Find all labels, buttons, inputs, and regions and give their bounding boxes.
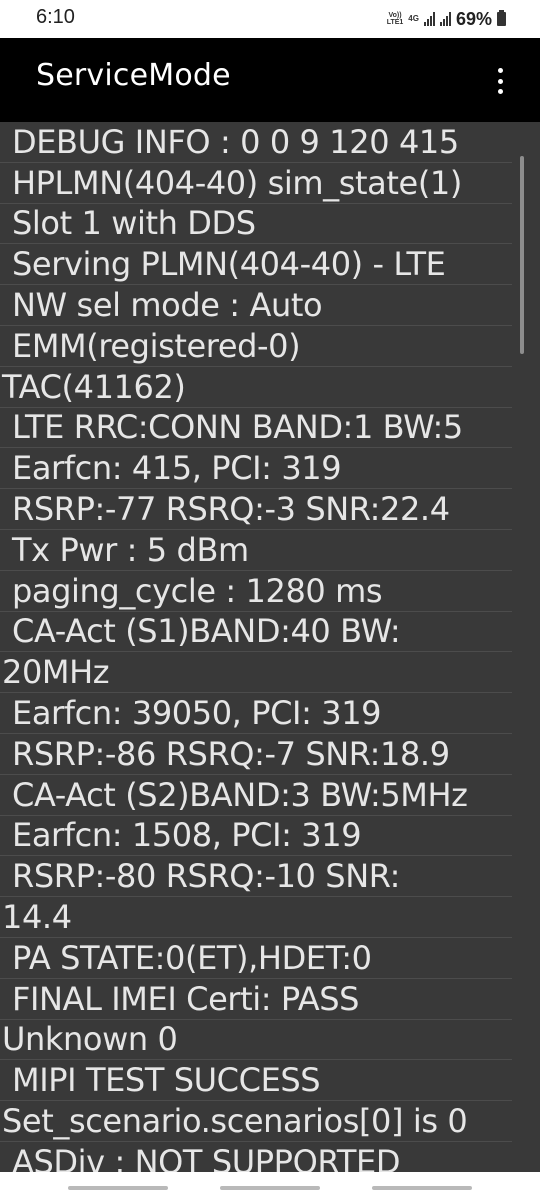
list-item: PA STATE:0(ET),HDET:0	[0, 938, 512, 979]
info-line: EMM(registered-0)	[12, 326, 301, 365]
status-time: 6:10	[36, 6, 75, 28]
info-line: Earfcn: 415, PCI: 319	[12, 449, 342, 488]
info-line: FINAL IMEI Certi: PASS	[12, 979, 360, 1018]
list-item: DEBUG INFO : 0 0 9 120 415	[0, 122, 512, 163]
info-line: 20MHz	[2, 653, 110, 692]
list-item: Set_scenario.scenarios[0] is 0	[0, 1101, 512, 1142]
list-item: CA-Act (S2)BAND:3 BW:5MHz	[0, 775, 512, 816]
signal-icon	[439, 12, 451, 26]
info-line: paging_cycle : 1280 ms	[12, 571, 383, 610]
battery-icon	[497, 10, 506, 26]
list-item: EMM(registered-0)	[0, 326, 512, 367]
signal-icon	[423, 12, 435, 26]
list-item: Earfcn: 415, PCI: 319	[0, 448, 512, 490]
list-item: HPLMN(404-40) sim_state(1)	[0, 163, 512, 204]
info-line: Set_scenario.scenarios[0] is 0	[2, 1101, 468, 1140]
list-item: NW sel mode : Auto	[0, 285, 512, 326]
nav-recents-bar[interactable]	[68, 1186, 168, 1190]
info-line: CA-Act (S1)BAND:40 BW:	[12, 612, 401, 651]
info-line: DEBUG INFO : 0 0 9 120 415	[12, 122, 459, 161]
list-item: Tx Pwr : 5 dBm	[0, 530, 512, 571]
info-line: Serving PLMN(404-40) - LTE	[12, 245, 446, 284]
info-line: Earfcn: 1508, PCI: 319	[12, 816, 362, 855]
list-item: Earfcn: 1508, PCI: 319	[0, 816, 512, 857]
list-item: RSRP:-86 RSRQ:-7 SNR:18.9	[0, 734, 512, 775]
info-line: HPLMN(404-40) sim_state(1)	[12, 163, 462, 202]
info-line: MIPI TEST SUCCESS	[12, 1061, 321, 1100]
info-line: Earfcn: 39050, PCI: 319	[12, 693, 382, 732]
list-item: 14.4	[0, 897, 512, 938]
app-title: ServiceMode	[36, 58, 231, 93]
app-bar: ServiceMode	[0, 38, 540, 122]
info-line: RSRP:-86 RSRQ:-7 SNR:18.9	[12, 734, 450, 773]
list-item: paging_cycle : 1280 ms	[0, 571, 512, 612]
list-item: CA-Act (S1)BAND:40 BW:	[0, 612, 512, 653]
list-item: Slot 1 with DDS	[0, 204, 512, 245]
info-line: NW sel mode : Auto	[12, 285, 323, 324]
list-item: Earfcn: 39050, PCI: 319	[0, 693, 512, 734]
info-line: ASDiv : NOT SUPPORTED	[12, 1142, 401, 1172]
list-item: ASDiv : NOT SUPPORTED	[0, 1142, 512, 1172]
list-item: Unknown 0	[0, 1020, 512, 1061]
more-vert-icon[interactable]	[496, 68, 504, 94]
info-line: LTE RRC:CONN BAND:1 BW:5	[12, 408, 463, 447]
nav-back-bar[interactable]	[372, 1186, 472, 1190]
info-line: Slot 1 with DDS	[12, 204, 256, 243]
nav-home-bar[interactable]	[220, 1186, 320, 1190]
info-line: RSRP:-77 RSRQ:-3 SNR:22.4	[12, 489, 450, 528]
list-item: FINAL IMEI Certi: PASS	[0, 979, 512, 1020]
list-item: Serving PLMN(404-40) - LTE	[0, 244, 512, 286]
info-line: Tx Pwr : 5 dBm	[12, 530, 249, 569]
list-item: TAC(41162)	[0, 367, 512, 408]
info-line: CA-Act (S2)BAND:3 BW:5MHz	[12, 775, 468, 814]
info-line: 14.4	[2, 897, 72, 936]
status-bar: 6:10 Vo)) LTE1 4G 69%	[0, 0, 540, 38]
list-item: RSRP:-80 RSRQ:-10 SNR:	[0, 856, 512, 898]
battery-percent: 69%	[455, 8, 492, 29]
4g-icon: 4G	[408, 14, 419, 23]
status-icons: Vo)) LTE1 4G 69%	[387, 6, 506, 32]
list-item: RSRP:-77 RSRQ:-3 SNR:22.4	[0, 489, 512, 530]
info-line: TAC(41162)	[2, 367, 186, 406]
list-item: LTE RRC:CONN BAND:1 BW:5	[0, 408, 512, 449]
scrollbar[interactable]	[520, 156, 524, 354]
list-item: 20MHz	[0, 652, 512, 694]
gesture-nav-bar	[0, 1172, 540, 1200]
info-line: Unknown 0	[2, 1020, 178, 1059]
info-line: RSRP:-80 RSRQ:-10 SNR:	[12, 857, 400, 896]
volte-icon: Vo)) LTE1	[386, 12, 404, 26]
info-line: PA STATE:0(ET),HDET:0	[12, 938, 372, 977]
service-info-list[interactable]: DEBUG INFO : 0 0 9 120 415 HPLMN(404-40)…	[0, 122, 540, 1172]
list-item: MIPI TEST SUCCESS	[0, 1060, 512, 1102]
